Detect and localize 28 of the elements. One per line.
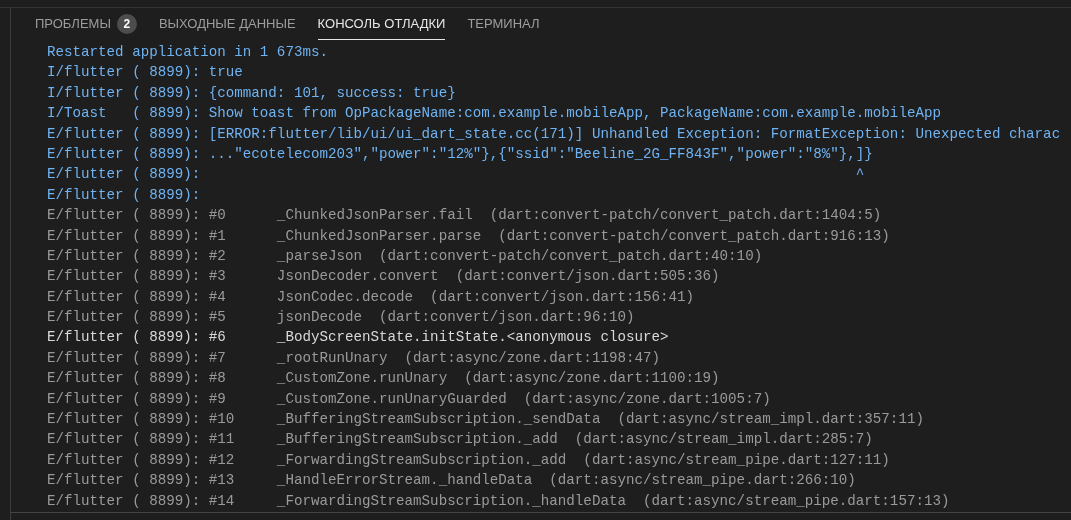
console-line: E/flutter ( 8899): #12 _ForwardingStreamSubscription._add (dart:async/stream_pipe.dart:127:11) <box>47 450 890 470</box>
panel-tab[interactable]: ВЫХОДНЫЕ ДАННЫЕ <box>158 8 296 40</box>
console-line: Restarted application in 1 673ms. <box>47 43 328 62</box>
console-line: E/flutter ( 8899): #10 _BufferingStreamSubscription._sendData (dart:async/stream_impl.dart:357:11) <box>47 410 924 430</box>
console-line: E/flutter ( 8899): #6 _BodyScreenState.initState.<anonymous closure> <box>47 328 669 348</box>
console-line: E/flutter ( 8899): #9 _CustomZone.runUnaryGuarded (dart:async/zone.dart:1005:7) <box>47 389 771 409</box>
console-line: I/flutter ( 8899): {command: 101, success: true} <box>47 83 456 103</box>
console-line: E/flutter ( 8899): #5 jsonDecode (dart:convert/json.dart:96:10) <box>47 308 635 328</box>
console-line: E/flutter ( 8899): #13 _HandleErrorStream._handleData (dart:async/stream_pipe.dart:266:10) <box>47 471 856 491</box>
console-line: E/flutter ( 8899): #11 _BufferingStreamSubscription._add (dart:async/stream_impl.dart:285:7) <box>47 430 873 450</box>
panel-tab[interactable]: ПРОБЛЕМЫ 2 <box>35 8 137 40</box>
count-badge: 2 <box>116 13 137 34</box>
console-line: E/flutter ( 8899): #2 _parseJson (dart:convert-patch/convert_patch.dart:40:10) <box>47 246 763 266</box>
panel-tab[interactable]: ТЕРМИНАЛ <box>467 8 540 40</box>
console-line: E/flutter ( 8899): ^ <box>47 165 865 185</box>
console-line: E/flutter ( 8899): [ERROR:flutter/lib/ui/ui_dart_state.cc(171)] Unhandled Exception: FormatException: Unexpected charac <box>47 124 1061 144</box>
console-line: E/flutter ( 8899): ..."ecotelecom203","power":"12%"},{"ssid":"Beeline_2G_FF843F","power":"8%"},]} <box>47 144 873 164</box>
console-line: E/flutter ( 8899): <box>47 185 201 205</box>
console-line: I/Toast ( 8899): Show toast from OpPackageName:com.example.mobileApp, PackageName:com.example.mobileApp <box>47 104 941 124</box>
panel-tab[interactable]: КОНСОЛЬ ОТЛАДКИ <box>317 8 446 40</box>
console-line: E/flutter ( 8899): #0 _ChunkedJsonParser.fail (dart:convert-patch/convert_patch.dart:1404:5) <box>47 206 882 226</box>
console-line: E/flutter ( 8899): #14 _ForwardingStreamSubscription._handleData (dart:async/stream_pipe.dart:157:13) <box>47 491 950 511</box>
console-line: E/flutter ( 8899): #1 _ChunkedJsonParser.parse (dart:convert-patch/convert_patch.dart:916:13) <box>47 226 890 246</box>
console-line: I/flutter ( 8899): true <box>47 63 243 83</box>
console-line: E/flutter ( 8899): #4 JsonCodec.decode (dart:convert/json.dart:156:41) <box>47 287 695 307</box>
console-line: E/flutter ( 8899): #8 _CustomZone.runUnary (dart:async/zone.dart:1100:19) <box>47 369 720 389</box>
console-line: E/flutter ( 8899): #7 _rootRunUnary (dart:async/zone.dart:1198:47) <box>47 348 660 368</box>
console-line: E/flutter ( 8899): #3 JsonDecoder.convert (dart:convert/json.dart:505:36) <box>47 267 720 287</box>
